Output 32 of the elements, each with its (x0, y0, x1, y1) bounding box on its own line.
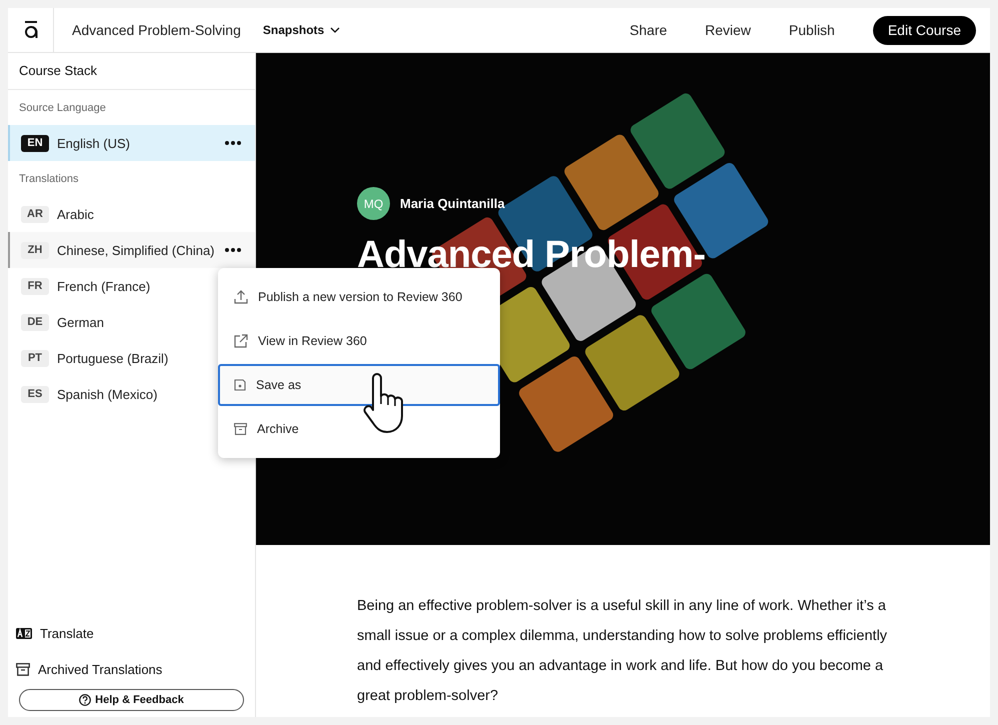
language-name: French (France) (57, 278, 152, 294)
language-name: Chinese, Simplified (China) (57, 242, 216, 258)
sidebar-title: Course Stack (8, 53, 255, 90)
language-code: FR (21, 278, 49, 294)
header-link[interactable]: Share (630, 22, 668, 38)
language-code: AR (21, 206, 49, 222)
language-code: DE (21, 314, 49, 330)
language-name: Spanish (Mexico) (57, 386, 158, 402)
snapshots-dropdown[interactable]: Snapshots (262, 23, 340, 37)
course-title: Advanced Problem-Solving (72, 22, 241, 38)
header-link[interactable]: Publish (788, 22, 835, 38)
language-code: PT (21, 350, 49, 366)
edit-course-button[interactable]: Edit Course (872, 16, 976, 44)
body-paragraph: Being an effective problem-solver is a useful skill in any line of work. Whether it’s a small issue or a complex dilemma, understanding how to solve problems efficiently and effectively gives you an advantage in work and life. But how do you become a great problem-solver? (357, 597, 888, 706)
language-name: German (57, 314, 105, 330)
language-name: Arabic (57, 206, 95, 222)
language-name: English (US) (57, 136, 131, 150)
language-code: EN (21, 134, 49, 152)
language-name: Portuguese (Brazil) (57, 350, 170, 366)
menu-item[interactable]: Save as (218, 364, 500, 406)
section-heading: Source Language (18, 101, 107, 116)
help-feedback-button[interactable]: Help & Feedback (19, 689, 244, 711)
language-code: ES (21, 386, 49, 402)
language-code: ZH (21, 242, 49, 258)
author-name: Maria Quintanilla (400, 196, 505, 211)
header-link[interactable]: Review (705, 22, 751, 38)
sidebar-link[interactable]: Archived Translations (8, 651, 170, 687)
language-item[interactable]: AR Arabic (8, 196, 255, 232)
language-item[interactable]: EN English (US) (8, 125, 255, 161)
section-heading: Translations (18, 172, 80, 187)
language-item[interactable]: ZH Chinese, Simplified (China) (8, 232, 255, 268)
sidebar-link[interactable]: Translate (8, 615, 102, 651)
